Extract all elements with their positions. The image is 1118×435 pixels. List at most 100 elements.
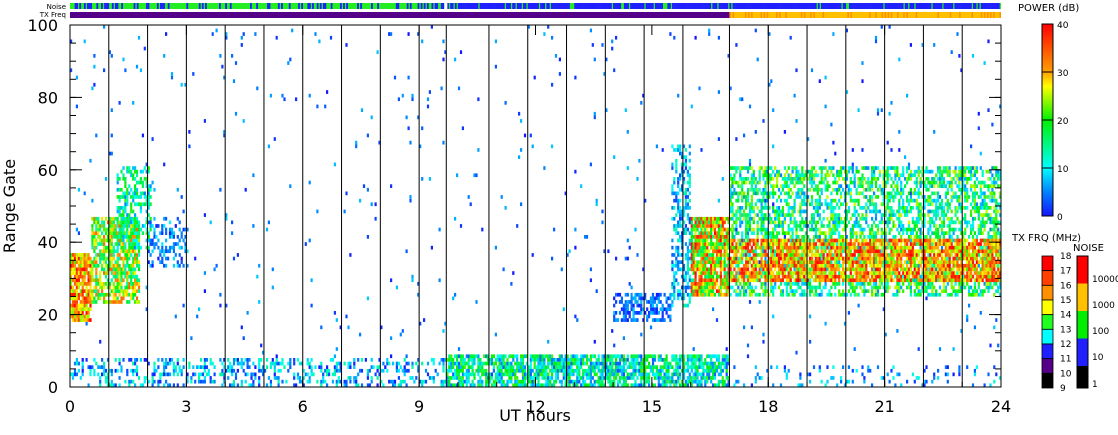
echo-cell	[677, 184, 680, 188]
echo-cell	[543, 354, 546, 359]
echo-cell	[735, 166, 738, 170]
echo-cell	[710, 242, 713, 246]
echo-cell	[618, 368, 622, 373]
echo-cell	[79, 303, 82, 308]
echo-cell	[721, 224, 724, 228]
echo-cell	[698, 238, 701, 243]
echo-cell	[584, 354, 587, 359]
echo-cell	[93, 242, 96, 246]
noise-segment	[324, 3, 327, 9]
echo-cell	[795, 180, 798, 185]
echo-cell	[764, 235, 767, 239]
echo-cell	[770, 267, 773, 272]
echo-cell	[75, 300, 78, 304]
echo-cell	[570, 354, 573, 359]
echo-cell	[787, 260, 790, 264]
echo-cell	[713, 282, 717, 286]
echo-cell	[331, 372, 334, 377]
echo-cell	[686, 227, 689, 232]
echo-cell	[708, 253, 711, 257]
echo-cell	[438, 227, 441, 232]
echo-cell	[781, 220, 784, 225]
noise-segment	[897, 3, 899, 9]
echo-cell	[135, 372, 139, 377]
echo-cell	[735, 180, 738, 185]
echo-cell	[83, 282, 86, 286]
echo-cell	[799, 227, 802, 232]
echo-cell	[126, 187, 129, 192]
echo-cell	[677, 144, 680, 149]
echo-cell	[93, 245, 96, 250]
echo-cell	[335, 361, 338, 366]
echo-cell	[128, 231, 131, 235]
echo-cell	[719, 278, 722, 283]
echo-cell	[721, 227, 724, 232]
echo-cell	[659, 300, 662, 304]
echo-cell	[390, 32, 393, 36]
echo-cell	[785, 253, 788, 257]
echo-cells	[70, 25, 1002, 388]
echo-cell	[677, 191, 680, 196]
noise-segment	[772, 3, 775, 9]
noise-segment	[397, 3, 400, 9]
echo-cell	[746, 198, 750, 203]
echo-cell	[467, 361, 470, 366]
echo-cell	[692, 376, 695, 380]
echo-cell	[684, 187, 687, 192]
echo-cell	[698, 354, 701, 359]
echo-cell	[651, 361, 655, 366]
echo-cell	[725, 358, 728, 362]
echo-cell	[710, 358, 713, 362]
noise-segment	[637, 3, 640, 9]
echo-cell	[764, 285, 767, 290]
echo-cell	[752, 242, 755, 246]
echo-cell	[353, 361, 356, 366]
echo-cell	[395, 368, 398, 373]
echo-cell	[783, 130, 786, 134]
echo-cell	[281, 361, 284, 366]
echo-cell	[73, 278, 77, 283]
echo-cell	[787, 249, 790, 254]
echo-cell	[743, 133, 746, 138]
echo-cell	[717, 372, 720, 377]
echo-cell	[684, 361, 687, 366]
echo-cell	[551, 365, 554, 369]
echo-cell	[347, 361, 350, 366]
echo-cell	[774, 282, 777, 286]
echo-cell	[659, 376, 662, 380]
echo-cell	[580, 376, 583, 380]
echo-cell	[168, 249, 172, 254]
noise-segment	[785, 3, 788, 9]
echo-cell	[219, 372, 222, 377]
echo-cell	[640, 376, 643, 380]
echo-cell	[799, 278, 802, 283]
echo-cell	[760, 166, 763, 170]
echo-cell	[514, 372, 517, 377]
echo-cell	[640, 303, 643, 308]
noise-segment	[906, 3, 909, 9]
echo-cell	[754, 180, 757, 185]
echo-cell	[232, 256, 236, 261]
echo-cell	[114, 296, 117, 301]
noise-segment	[101, 3, 103, 9]
echo-cell	[696, 249, 699, 254]
echo-cell	[134, 282, 137, 286]
echo-cell	[477, 379, 480, 384]
echo-cell	[655, 376, 658, 380]
noise-segment	[107, 3, 110, 9]
echo-cell	[521, 376, 525, 380]
echo-cell	[756, 292, 759, 297]
echo-cell	[706, 372, 709, 377]
echo-cell	[457, 372, 461, 377]
echo-cell	[762, 227, 765, 232]
noise-segment	[966, 3, 969, 9]
noise-segment	[751, 3, 753, 9]
echo-cell	[793, 166, 796, 170]
noise-segment	[988, 3, 991, 9]
noise-segment	[746, 3, 749, 9]
echo-cell	[265, 358, 269, 362]
noise-segment	[519, 3, 522, 9]
noise-segment	[887, 3, 890, 9]
echo-cell	[675, 148, 678, 152]
echo-cell	[248, 365, 251, 369]
